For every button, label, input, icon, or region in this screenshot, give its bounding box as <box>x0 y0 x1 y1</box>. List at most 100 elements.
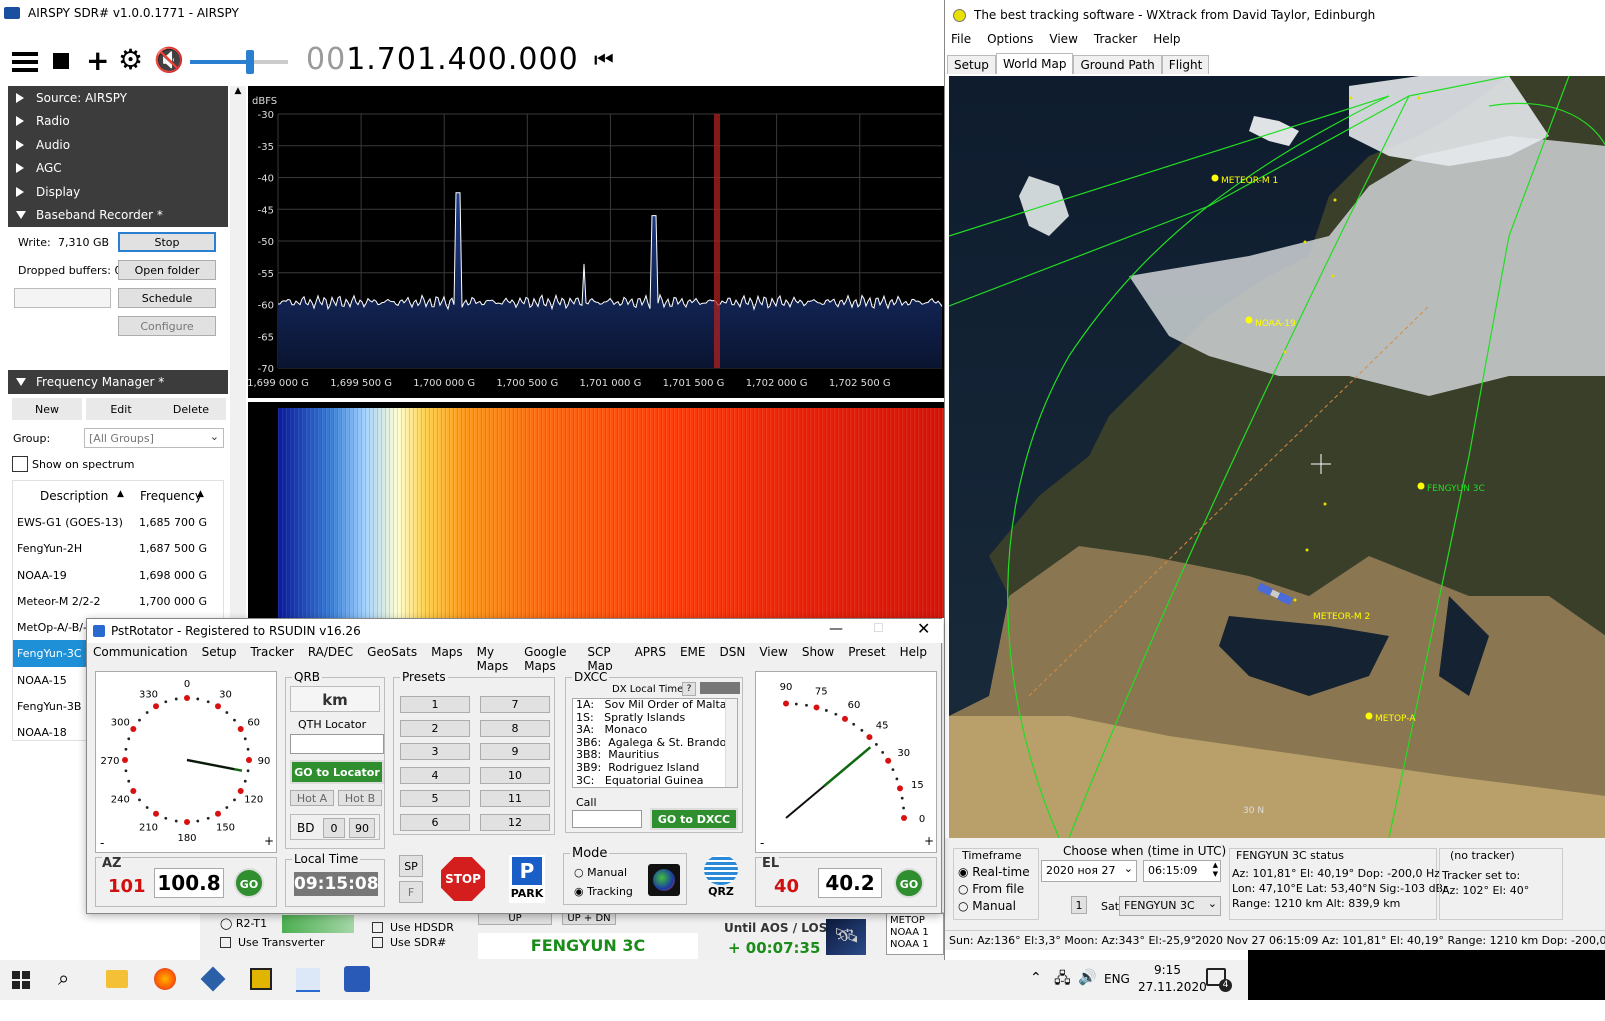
preset-button[interactable]: 11 <box>480 790 550 807</box>
mute-icon[interactable]: 🔇 <box>154 45 184 75</box>
minimize-icon[interactable]: — <box>829 621 843 637</box>
dxcc-list[interactable]: 1A: Sov Mil Order of Malta 1S: Spratly Is… <box>572 698 738 788</box>
clock-time[interactable]: 9:15 <box>1154 963 1181 977</box>
time-spinner[interactable]: 06:15:09 ▲ ▼ <box>1143 860 1221 882</box>
park-button[interactable]: P PARK <box>509 855 545 903</box>
preset-button[interactable]: 2 <box>400 719 470 737</box>
network-icon[interactable]: 🖧 <box>1054 968 1071 993</box>
volume-slider[interactable] <box>190 44 288 78</box>
dxcc-list-item[interactable]: 1A: Sov Mil Order of Malta <box>573 699 737 712</box>
col-frequency[interactable]: Frequency <box>140 489 202 503</box>
section-audio[interactable]: Audio <box>8 133 228 157</box>
fm-table-row[interactable]: NOAA-19 1,698 000 G <box>13 562 223 588</box>
pst-menu-item[interactable]: Preset <box>848 645 885 663</box>
preset-button[interactable]: 3 <box>400 743 470 760</box>
pst-menu-item[interactable]: APRS <box>635 645 666 663</box>
section-radio[interactable]: Radio <box>8 110 228 134</box>
use-sdr-checkbox[interactable] <box>372 937 383 948</box>
f-button[interactable]: F <box>399 881 423 903</box>
preset-button[interactable]: 10 <box>480 766 550 784</box>
close-icon[interactable]: ✕ <box>917 619 930 638</box>
section-display[interactable]: Display <box>8 180 228 204</box>
stop-button[interactable]: STOP <box>441 857 485 901</box>
realtime-radio[interactable]: ◉ Real-time <box>958 865 1030 879</box>
go-to-dxcc-button[interactable]: GO to DXCC <box>650 808 738 830</box>
dxcc-list-item[interactable]: 3C: Equatorial Guinea <box>573 774 737 787</box>
az-go-button[interactable]: GO <box>234 868 264 898</box>
dxcc-list-item[interactable]: 3A: Monaco <box>573 724 737 737</box>
dx-time-help-button[interactable]: ? <box>682 682 696 696</box>
pst-menu-item[interactable]: RA/DEC <box>308 645 353 663</box>
pst-menu-item[interactable]: Setup <box>202 645 237 663</box>
bd-90-button[interactable]: 90 <box>349 818 375 838</box>
show-on-spectrum-checkbox[interactable] <box>12 456 28 472</box>
hot-b-button[interactable]: Hot B <box>338 790 382 806</box>
fm-delete-button[interactable]: Delete <box>156 398 226 420</box>
wx-menu-options[interactable]: Options <box>987 32 1033 50</box>
language-indicator[interactable]: ENG <box>1104 972 1130 986</box>
manual-radio[interactable]: ○ Manual <box>958 899 1016 913</box>
dxcc-scrollbar[interactable] <box>725 699 737 787</box>
globe-icon[interactable] <box>648 864 680 896</box>
go-to-locator-button[interactable]: GO to Locator <box>290 760 384 784</box>
app-icon-yellow[interactable] <box>250 968 272 990</box>
preset-button[interactable]: 6 <box>400 813 470 831</box>
pst-menu-item[interactable]: DSN <box>720 645 746 663</box>
tab-flight[interactable]: Flight <box>1161 55 1210 74</box>
qrz-button[interactable]: QRZ <box>701 855 741 903</box>
firefox-icon[interactable] <box>154 968 176 990</box>
preset-button[interactable]: 9 <box>480 743 550 760</box>
r2t1-radio[interactable]: ◯ R2-T1 <box>220 917 267 930</box>
virtualbox-icon[interactable] <box>200 966 226 992</box>
pst-menu-item[interactable]: Google Maps <box>524 645 573 673</box>
bd-0-button[interactable]: 0 <box>323 818 345 838</box>
gear-icon[interactable]: ⚙ <box>118 45 143 75</box>
pst-menu-item[interactable]: My Maps <box>477 645 510 673</box>
group-select[interactable]: [All Groups] ⌄ <box>84 428 224 448</box>
tab-setup[interactable]: Setup <box>947 55 996 74</box>
preset-button[interactable]: 12 <box>480 813 550 831</box>
section-agc[interactable]: AGC <box>8 157 228 181</box>
use-transverter-checkbox[interactable] <box>220 937 231 948</box>
mode-manual-radio[interactable]: ○ Manual <box>574 866 627 879</box>
sdr-task-icon[interactable] <box>344 966 370 992</box>
tray-chevron-icon[interactable]: ⌃ <box>1030 970 1042 986</box>
notification-icon[interactable]: 4 <box>1206 968 1232 992</box>
pst-menu-item[interactable]: SCP Map <box>587 645 620 673</box>
pst-menu-item[interactable]: View <box>759 645 787 663</box>
wx-menu-help[interactable]: Help <box>1153 32 1180 50</box>
dxcc-list-item[interactable]: 3B9: Rodriguez Island <box>573 761 737 775</box>
spectrum-panel[interactable]: -30 -35 -40 -45 -50 -55 -60 -65 -70 1,699 000 G 1,… <box>248 86 944 398</box>
add-icon[interactable]: + <box>86 47 109 75</box>
pst-menu-item[interactable]: Communication <box>93 645 188 663</box>
pst-menu-item[interactable]: GeoSats <box>367 645 417 663</box>
clock-date[interactable]: 27.11.2020 <box>1138 980 1207 994</box>
frequency-display[interactable]: 001.701.400.000 <box>306 38 579 82</box>
az-minus-button[interactable]: - <box>100 836 104 850</box>
fromfile-radio[interactable]: ○ From file <box>958 882 1024 896</box>
schedule-button[interactable]: Schedule <box>118 288 216 308</box>
world-map[interactable]: METEOR-M 1 NOAA-19 FENGYUN 3C METEOR-M 2… <box>949 76 1605 838</box>
pstrotator-task-icon[interactable] <box>296 968 320 992</box>
mode-tracking-radio[interactable]: ◉ Tracking <box>574 885 633 898</box>
wx-menu-view[interactable]: View <box>1049 32 1077 50</box>
section-frequency-manager[interactable]: Frequency Manager * <box>8 370 228 394</box>
fm-edit-button[interactable]: Edit <box>86 398 156 420</box>
el-minus-button[interactable]: - <box>760 836 764 850</box>
use-hdsdr-checkbox[interactable] <box>372 922 383 933</box>
fm-table-row[interactable]: FengYun-2H 1,687 500 G <box>13 535 223 561</box>
fm-table-row[interactable]: EWS-G1 (GOES-13) 1,685 700 G <box>13 509 223 535</box>
fm-table-row[interactable]: Meteor-M 2/2-2 1,700 000 G <box>13 588 223 614</box>
tab-world-map[interactable]: World Map <box>995 53 1074 74</box>
preset-button[interactable]: 1 <box>400 696 470 713</box>
section-source[interactable]: Source: AIRSPY <box>8 86 228 110</box>
sp-button[interactable]: SP <box>399 855 423 877</box>
stop-square-icon[interactable] <box>53 53 69 69</box>
menu-icon[interactable] <box>12 52 38 72</box>
pst-menu-item[interactable]: EME <box>680 645 706 663</box>
step-value[interactable]: 1 <box>1071 896 1087 914</box>
tab-ground-path[interactable]: Ground Path <box>1073 55 1162 74</box>
volume-icon[interactable]: 🔊 <box>1078 968 1097 986</box>
tuned-frequency-marker[interactable] <box>714 114 720 368</box>
wx-menu-tracker[interactable]: Tracker <box>1094 32 1137 50</box>
